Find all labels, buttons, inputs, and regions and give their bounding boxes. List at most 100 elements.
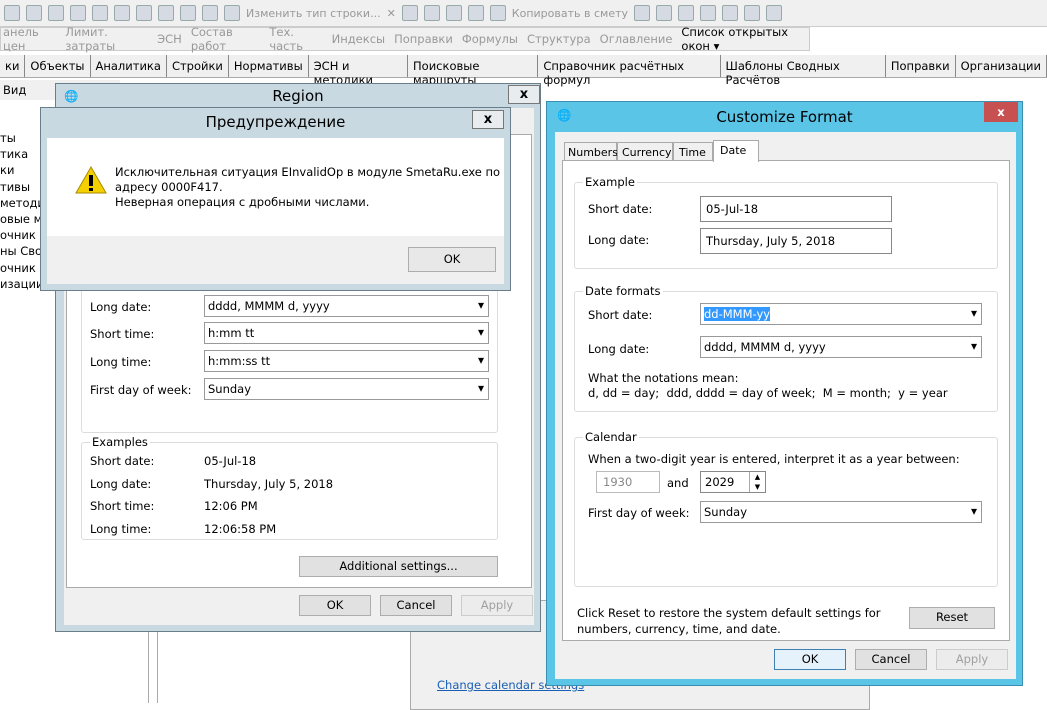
menu-item[interactable]: ЭСН <box>157 32 182 46</box>
ok-button[interactable]: OK <box>408 247 496 272</box>
calendar-text: When a two-digit year is entered, interp… <box>588 452 960 466</box>
app-tab[interactable]: Организации <box>956 55 1047 77</box>
group-title: Examples <box>90 435 150 449</box>
app-tab[interactable]: Объекты <box>25 55 91 77</box>
menu-item[interactable]: Лимит. затраты <box>65 25 148 53</box>
menu-item[interactable]: Состав работ <box>191 25 261 53</box>
insert-icon[interactable] <box>158 5 174 21</box>
field-label: Long date: <box>90 300 152 314</box>
menu-item[interactable]: Поправки <box>394 32 453 46</box>
main-toolbar: Изменить тип строки... ✕ Копировать в см… <box>0 0 1047 27</box>
change-row-type-button[interactable]: Изменить тип строки... <box>246 7 381 20</box>
reset-button[interactable]: Reset <box>909 607 995 629</box>
short-time-combo[interactable]: h:mm tt <box>204 322 489 344</box>
menu-item[interactable]: Тех. часть <box>269 25 322 53</box>
app-tab[interactable]: ЭСН и методики <box>309 55 409 87</box>
menu-bar: анель цен Лимит. затраты ЭСН Состав работ Те… <box>0 25 810 53</box>
close-button[interactable]: x <box>472 110 504 129</box>
app-tab[interactable]: Поправки <box>886 55 956 77</box>
first-day-combo[interactable]: Sunday <box>700 501 982 523</box>
menu-item[interactable]: Оглавление <box>600 32 673 46</box>
menu-item[interactable]: Формулы <box>462 32 518 46</box>
search-icon[interactable] <box>26 5 42 21</box>
pdf-icon[interactable] <box>4 5 20 21</box>
delete-icon[interactable]: ✕ <box>387 7 396 20</box>
field-label: First day of week: <box>90 383 192 397</box>
spinner-arrows-icon[interactable]: ▲ ▼ <box>749 472 765 492</box>
align-icon[interactable] <box>766 5 783 21</box>
app-tab[interactable]: Нормативы <box>229 55 309 77</box>
first-day-combo[interactable]: Sunday <box>204 378 489 400</box>
app-tab[interactable]: Аналитика <box>91 55 167 77</box>
app-tab[interactable]: Стройки <box>167 55 229 77</box>
print-icon[interactable] <box>202 5 218 21</box>
short-date-example: 05-Jul-18 <box>700 196 892 222</box>
app-tab[interactable]: Шаблоны Сводных Расчётов <box>721 55 886 87</box>
reset-text: numbers, currency, time, and date. <box>577 622 781 636</box>
short-date-format-combo[interactable]: dd-MMM-yy <box>704 307 771 321</box>
ok-button[interactable]: OK <box>774 649 846 670</box>
indent-icon[interactable] <box>722 5 739 21</box>
copy-icon[interactable] <box>467 5 484 21</box>
app-tab[interactable]: Поисковые маршруты <box>408 55 539 87</box>
pr-icon[interactable] <box>700 5 717 21</box>
cancel-button[interactable]: Cancel <box>380 595 452 616</box>
menu-item[interactable]: Индексы <box>332 32 386 46</box>
app-tabs: ки Объекты Аналитика Стройки Нормативы ЭСН и … <box>0 55 1047 87</box>
copy-to-estimate-button[interactable]: Копировать в смету <box>512 7 628 20</box>
refresh-icon[interactable] <box>70 5 86 21</box>
insert-icon[interactable] <box>136 5 152 21</box>
year-from-field: 1930 <box>596 471 660 493</box>
additional-settings-button[interactable]: Additional settings... <box>299 556 498 577</box>
example-label: Short date: <box>90 454 155 468</box>
long-date-format-combo[interactable]: dddd, MMMM d, yyyy <box>700 336 982 358</box>
close-button[interactable]: x <box>984 102 1018 122</box>
divider <box>148 630 158 703</box>
ok-button[interactable]: OK <box>299 595 371 616</box>
field-label: Short date: <box>588 308 653 322</box>
paste-icon[interactable] <box>489 5 506 21</box>
move-icon[interactable] <box>401 5 418 21</box>
tab-numbers[interactable]: Numbers <box>564 142 618 161</box>
cut-icon[interactable] <box>445 5 462 21</box>
apply-button[interactable]: Apply <box>461 595 533 616</box>
long-time-combo[interactable]: h:mm:ss tt <box>204 350 489 372</box>
example-value: 12:06 PM <box>204 499 258 513</box>
warning-message: Исключительная ситуация EInvalidOp в мод… <box>115 165 501 179</box>
close-button[interactable]: x <box>508 85 540 104</box>
app-tab[interactable]: Справочник расчётных формул <box>538 55 721 87</box>
clipboard-icon[interactable] <box>634 5 651 21</box>
save-icon[interactable] <box>48 5 64 21</box>
field-label: Long time: <box>90 355 152 369</box>
tab-currency[interactable]: Currency <box>617 142 673 161</box>
field-label: First day of week: <box>588 506 690 520</box>
open-windows-menu[interactable]: Список открытых окон ▾ <box>681 25 809 53</box>
r-icon[interactable] <box>678 5 695 21</box>
tab-time[interactable]: Time <box>673 142 713 161</box>
group-title: Example <box>583 175 637 189</box>
reset-text: Click Reset to restore the system defaul… <box>577 606 881 620</box>
apply-button[interactable]: Apply <box>936 649 1008 670</box>
menu-item[interactable]: анель цен <box>3 25 56 53</box>
warning-message: Неверная операция с дробными числами. <box>115 195 370 209</box>
view-button[interactable]: Вид <box>3 83 26 97</box>
table-icon[interactable] <box>224 5 240 21</box>
import-icon[interactable] <box>114 5 130 21</box>
comment-icon[interactable] <box>180 5 196 21</box>
menu-item[interactable]: Структура <box>527 32 591 46</box>
customize-format-dialog: 🌐 Customize Format x Numbers Currency Ti… <box>546 101 1023 686</box>
long-date-combo[interactable]: dddd, MMMM d, yyyy <box>204 295 489 317</box>
add-icon[interactable] <box>423 5 440 21</box>
dialog-title: Customize Format <box>716 108 853 126</box>
ls-icon[interactable] <box>656 5 673 21</box>
undo-icon[interactable] <box>92 5 108 21</box>
cancel-button[interactable]: Cancel <box>855 649 927 670</box>
outdent-icon[interactable] <box>744 5 761 21</box>
long-date-example: Thursday, July 5, 2018 <box>700 228 892 254</box>
notation-text: d, dd = day; ddd, dddd = day of week; M … <box>588 386 948 400</box>
warning-icon <box>75 166 107 194</box>
app-tab[interactable]: ки <box>0 55 26 77</box>
dialog-title: Region <box>272 87 324 105</box>
tab-date[interactable]: Date <box>713 140 759 162</box>
field-label: Long date: <box>588 342 650 356</box>
